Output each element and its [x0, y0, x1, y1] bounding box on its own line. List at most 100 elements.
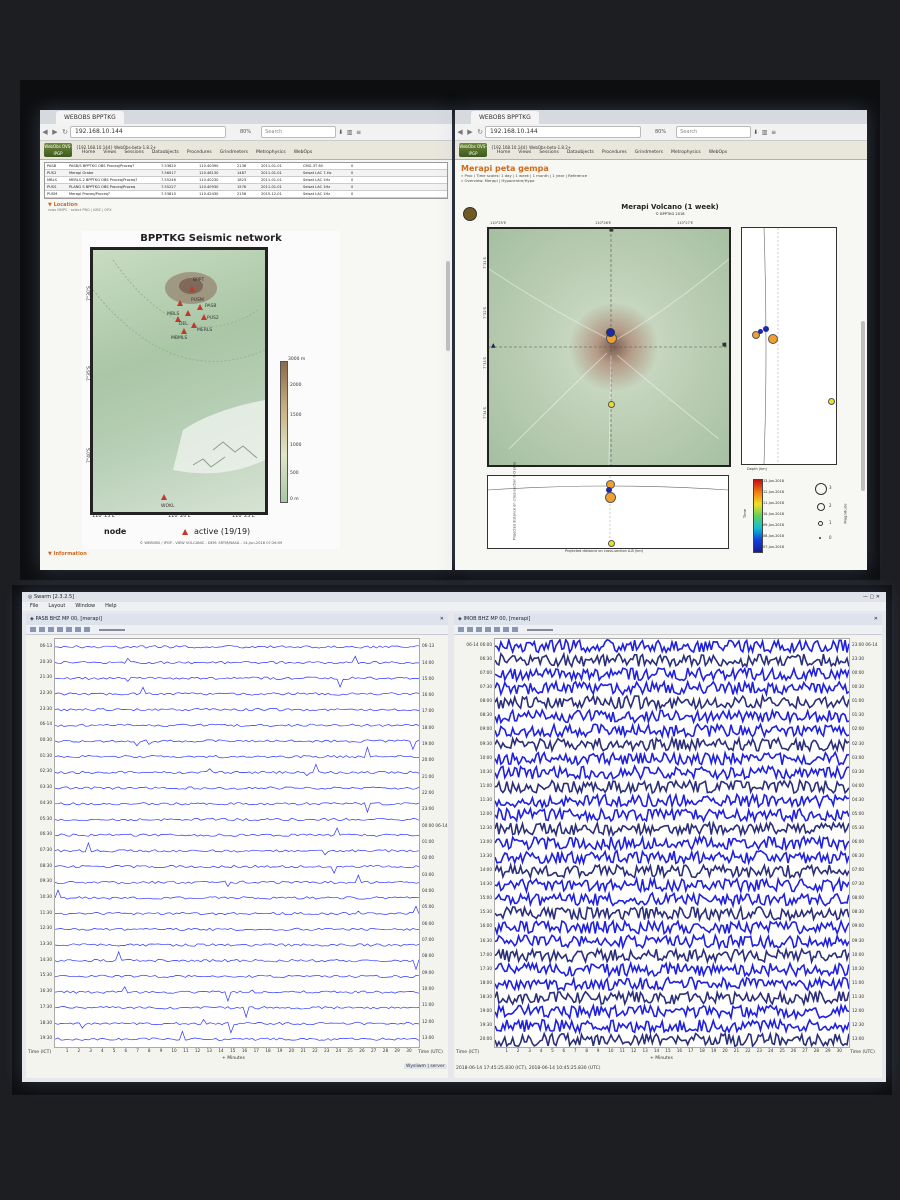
reload-icon[interactable]: ↻ — [60, 128, 70, 136]
overview-links[interactable]: » Overview: Merapi | Hypocentre/Hypo — [461, 178, 867, 183]
time-label: 02:00 — [422, 855, 435, 861]
back-icon[interactable]: ◀ — [40, 128, 50, 136]
menu-icon[interactable]: ≡ — [354, 129, 363, 136]
menu-grindmeters[interactable]: Grindmeters — [635, 150, 663, 155]
time-label: 09:00 — [422, 969, 435, 975]
quake-marker[interactable] — [768, 334, 778, 344]
refresh-icon[interactable] — [75, 627, 81, 632]
station-marker[interactable] — [161, 494, 167, 500]
menu-window[interactable]: Window — [75, 602, 95, 611]
quake-marker[interactable] — [605, 492, 616, 503]
forward-icon[interactable]: ▶ — [50, 128, 60, 136]
menu-views[interactable]: Views — [103, 150, 116, 155]
menu-layout[interactable]: Layout — [48, 602, 65, 611]
lat-tick: 7°33'S — [482, 357, 487, 369]
seismogram-traces — [54, 645, 420, 1041]
time-label: 07:00 — [852, 867, 865, 873]
quake-marker[interactable] — [763, 326, 769, 332]
capture-icon[interactable] — [84, 627, 90, 632]
trace-line — [54, 786, 420, 790]
prev-icon[interactable] — [39, 627, 45, 632]
library-icon[interactable]: ▥ — [760, 129, 769, 136]
time-label: 11:30 — [479, 796, 492, 802]
zoom-icon[interactable] — [485, 627, 491, 632]
table-row[interactable]: PUSS PLANG S BPPTKG OBS Proceq/Proceq 7.55… — [45, 184, 447, 191]
quake-marker[interactable] — [606, 328, 615, 337]
time-tick: 09-Jun-2018 — [763, 523, 784, 527]
table-row[interactable]: MBLS MERLS-2 BPPTKG OBS Proceq/Proceq? 7.5… — [45, 177, 447, 184]
table-cell: 110.46130 — [199, 171, 219, 175]
prev-icon[interactable] — [467, 627, 473, 632]
menu-metrophysics[interactable]: Metrophysics — [671, 150, 701, 155]
url-input[interactable]: 192.168.10.144 — [70, 126, 226, 138]
window-controls[interactable]: — ▢ ✕ — [863, 592, 880, 602]
time-label: 05:00 — [852, 810, 865, 816]
station-marker[interactable] — [181, 328, 187, 334]
table-cell: 2015-12-01 — [261, 192, 282, 196]
station-marker[interactable] — [197, 304, 203, 310]
refresh-icon[interactable] — [503, 627, 509, 632]
trace-line — [54, 905, 420, 916]
search-input[interactable]: Search — [261, 126, 337, 138]
menu-sessions[interactable]: Sessions — [539, 150, 559, 155]
table-row[interactable]: PUS2 Merapi Grabe 7.56017 110.46130 1487 2011… — [45, 170, 447, 177]
search-input[interactable]: Search — [676, 126, 752, 138]
station-marker[interactable] — [185, 310, 191, 316]
url-input[interactable]: 192.168.10.144 — [485, 126, 641, 138]
page-scrollbar[interactable] — [861, 321, 865, 491]
table-cell: 7.53620 — [161, 164, 176, 168]
menu-home[interactable]: Home — [82, 150, 95, 155]
time-tick: 12-Jun-2018 — [763, 490, 784, 494]
menu-file[interactable]: File — [30, 602, 38, 611]
page-scrollbar[interactable] — [446, 261, 450, 351]
quake-marker[interactable] — [828, 398, 835, 405]
trace-line — [54, 1030, 420, 1041]
zoom-icon[interactable] — [57, 627, 63, 632]
menu-metrophysics[interactable]: Metrophysics — [256, 150, 286, 155]
browser-tab[interactable]: WEBOBS BPPTKG — [56, 111, 124, 124]
time-label: 02:30 — [39, 768, 52, 774]
scale-slider[interactable] — [527, 628, 553, 631]
scale-slider[interactable] — [99, 628, 125, 631]
settings-icon[interactable] — [30, 627, 36, 632]
menu-dataobjects[interactable]: Dataobjects — [152, 150, 179, 155]
quake-marker[interactable] — [608, 540, 615, 547]
table-cell: PUSM — [47, 192, 58, 196]
reload-icon[interactable]: ↻ — [475, 128, 485, 136]
menu-help[interactable]: Help — [105, 602, 116, 611]
back-icon[interactable]: ◀ — [455, 128, 465, 136]
download-icon[interactable]: ⬇ — [751, 129, 760, 136]
menu-procedures[interactable]: Procedures — [187, 150, 212, 155]
menu-webops[interactable]: WebOps — [709, 150, 728, 155]
menu-dataobjects[interactable]: Dataobjects — [567, 150, 594, 155]
menu-webops[interactable]: WebOps — [294, 150, 313, 155]
clip-icon[interactable] — [494, 627, 500, 632]
next-icon[interactable] — [48, 627, 54, 632]
map-label: DEL — [179, 322, 188, 327]
table-row[interactable]: PASB PASB/S BPPTKG OBS Proceq/Proceq? 7.53… — [45, 163, 447, 170]
close-icon[interactable]: ✕ — [874, 614, 878, 625]
clip-icon[interactable] — [66, 627, 72, 632]
download-icon[interactable]: ⬇ — [336, 129, 345, 136]
menu-grindmeters[interactable]: Grindmeters — [220, 150, 248, 155]
time-label: 18:30 — [39, 1019, 52, 1025]
forward-icon[interactable]: ▶ — [465, 128, 475, 136]
browser-tab[interactable]: WEBOBS BPPTKG — [471, 111, 539, 124]
menu-icon[interactable]: ≡ — [769, 129, 778, 136]
menu-views[interactable]: Views — [518, 150, 531, 155]
minute-tick: 16 — [241, 1048, 248, 1053]
capture-icon[interactable] — [512, 627, 518, 632]
menu-sessions[interactable]: Sessions — [124, 150, 144, 155]
table-row[interactable]: PUSM Merapi Proceq/Proceq? 7.53810 110.4243… — [45, 191, 447, 198]
next-icon[interactable] — [476, 627, 482, 632]
library-icon[interactable]: ▥ — [345, 129, 354, 136]
close-icon[interactable]: ✕ — [440, 614, 444, 625]
menu-procedures[interactable]: Procedures — [602, 150, 627, 155]
settings-icon[interactable] — [458, 627, 464, 632]
time-label: 10:00 — [422, 985, 435, 991]
time-tick: 10-Jun-2018 — [763, 512, 784, 516]
time-label: 15:30 — [39, 972, 52, 978]
menu-home[interactable]: Home — [497, 150, 510, 155]
quake-marker[interactable] — [608, 401, 615, 408]
trace-line — [54, 1018, 420, 1034]
